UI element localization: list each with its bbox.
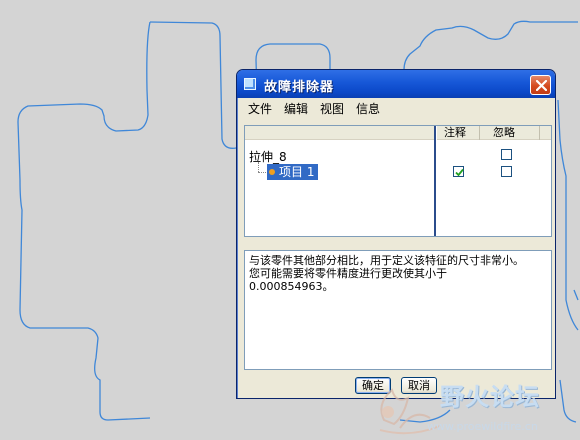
tree-item-label: 项目 1: [279, 165, 315, 179]
annotate-checkbox-row2[interactable]: [453, 166, 464, 177]
troubleshooter-dialog: 故障排除器 文件 编辑 视图 信息 注释 忽略 拉伸_8 项目 1 与该零件其他: [236, 69, 556, 399]
menu-file[interactable]: 文件: [246, 101, 274, 117]
menu-info[interactable]: 信息: [354, 101, 382, 117]
ok-button[interactable]: 确定: [355, 377, 391, 394]
tree-item-selected[interactable]: 项目 1: [267, 164, 319, 180]
ignore-checkbox-row1[interactable]: [501, 149, 512, 160]
feature-tree-pane[interactable]: 注释 忽略 拉伸_8 项目 1: [244, 125, 552, 237]
tree-node-dot-icon: [269, 169, 275, 175]
dialog-titlebar[interactable]: 故障排除器: [237, 70, 555, 98]
close-button[interactable]: [530, 75, 551, 95]
tree-connector: [258, 162, 259, 172]
column-header-annotate[interactable]: 注释: [437, 126, 479, 140]
close-icon: [536, 80, 547, 91]
cancel-button[interactable]: 取消: [401, 377, 437, 394]
menu-bar: 文件 编辑 视图 信息: [240, 99, 552, 119]
column-separator: [479, 126, 480, 140]
dialog-app-icon: [244, 78, 256, 90]
tree-column-header-blank: [245, 126, 435, 140]
watermark-url: www.proewildfire.cn: [427, 420, 538, 433]
checkmark-icon: [455, 168, 464, 177]
menu-view[interactable]: 视图: [318, 101, 346, 117]
column-separator: [539, 126, 540, 140]
menu-edit[interactable]: 编辑: [282, 101, 310, 117]
pane-splitter[interactable]: [434, 126, 436, 236]
tree-item-extrude[interactable]: 拉伸_8: [249, 148, 287, 165]
dialog-title: 故障排除器: [264, 80, 335, 95]
column-header-ignore[interactable]: 忽略: [479, 126, 551, 140]
ignore-checkbox-row2[interactable]: [501, 166, 512, 177]
watermark-text: 野火论坛: [440, 383, 540, 411]
message-text-area[interactable]: 与该零件其他部分相比，用于定义该特征的尺寸非常小。 您可能需要将零件精度进行更改…: [244, 250, 552, 370]
